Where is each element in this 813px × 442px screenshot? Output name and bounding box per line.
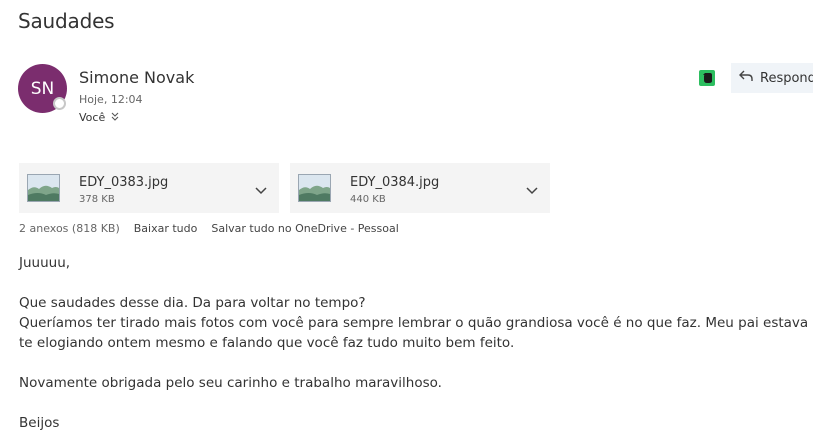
image-file-icon [298,174,331,202]
attachment-name: EDY_0384.jpg [350,175,440,190]
reply-label: Respond [760,70,813,86]
recipient-label: Você [79,111,106,124]
sent-time: Hoje, 12:04 [79,93,143,106]
chevron-down-icon[interactable] [255,180,267,199]
chevron-down-icon[interactable] [526,180,538,199]
message-paragraph: Que saudades desse dia. Da para voltar n… [19,295,366,311]
message-closing: Beijos [19,415,60,431]
image-file-icon [27,174,60,202]
message-paragraph: Novamente obrigada pelo seu carinho e tr… [19,375,442,391]
evernote-icon[interactable] [699,70,715,86]
attachment-card[interactable]: EDY_0384.jpg 440 KB [290,163,550,213]
download-all-link[interactable]: Baixar tudo [134,222,198,235]
chevron-double-down-icon [111,111,119,124]
recipients-toggle[interactable]: Você [79,111,119,124]
attachment-card[interactable]: EDY_0383.jpg 378 KB [19,163,279,213]
message-greeting: Juuuuu, [19,255,71,271]
save-onedrive-link[interactable]: Salvar tudo no OneDrive - Pessoal [211,222,398,235]
sender-name[interactable]: Simone Novak [79,68,194,87]
attachment-summary: 2 anexos (818 KB) Baixar tudo Salvar tud… [19,222,399,235]
message-body: Juuuuu, Que saudades desse dia. Da para … [19,253,809,433]
message-paragraph: Queríamos ter tirado mais fotos com você… [19,315,809,351]
email-subject: Saudades [18,9,115,33]
reply-button[interactable]: Respond [731,63,813,93]
reply-icon [739,70,753,86]
attachment-size: 378 KB [79,194,115,205]
attachment-size: 440 KB [350,194,386,205]
presence-status-icon [53,97,66,110]
attachment-name: EDY_0383.jpg [79,175,169,190]
attachment-count: 2 anexos (818 KB) [19,222,120,235]
avatar-initials: SN [30,78,55,99]
